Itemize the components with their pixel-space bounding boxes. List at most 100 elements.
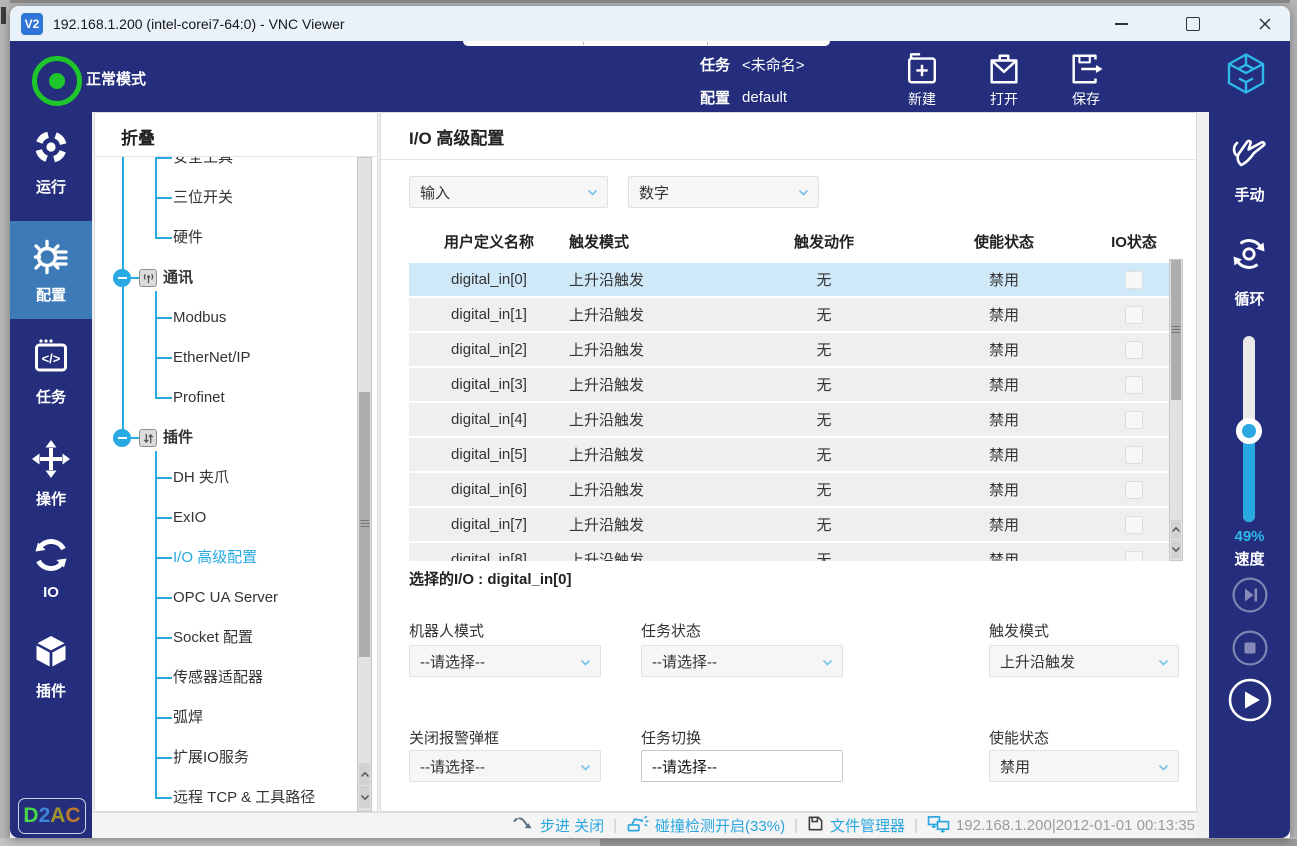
- vnc-toolbar-tab[interactable]: [463, 41, 830, 46]
- form-label: 触发模式: [989, 620, 1049, 640]
- vnc-window: V2 192.168.1.200 (intel-corei7-64:0) - V…: [10, 6, 1290, 838]
- cube-icon: [31, 631, 71, 676]
- sidebar-item-run[interactable]: 运行: [10, 126, 92, 198]
- tree-connector-line: [155, 397, 172, 399]
- collision-status[interactable]: 碰撞检测开启(33%): [626, 814, 785, 837]
- stop-button[interactable]: [1232, 630, 1268, 671]
- sidebar-item-label: 操作: [36, 488, 66, 509]
- close-button[interactable]: [1252, 11, 1278, 37]
- hand-icon: [1228, 159, 1272, 176]
- form-select-关闭报警弹框[interactable]: --请选择--: [409, 750, 601, 782]
- sidebar-item-io[interactable]: IO: [10, 532, 92, 604]
- tree-item-Modbus[interactable]: Modbus: [173, 307, 226, 329]
- sidebar-item-plugin[interactable]: 插件: [10, 630, 92, 702]
- code-window-icon: </>: [31, 337, 71, 382]
- form-select-value: --请选择--: [420, 651, 485, 672]
- tree-item-ExIO[interactable]: ExIO: [173, 507, 206, 529]
- tree-item-I/O 高级配置[interactable]: I/O 高级配置: [173, 547, 257, 569]
- save-icon: [1052, 49, 1120, 87]
- sidebar-item-config[interactable]: 配置: [10, 221, 92, 319]
- status-bar: 步进 关闭 | 碰撞检测开启(33%) | 文件管理器: [92, 812, 1197, 838]
- form-select-使能状态[interactable]: 禁用: [989, 750, 1179, 782]
- tree-item-通讯[interactable]: 通讯: [163, 267, 193, 289]
- config-label: 配置: [700, 87, 730, 108]
- sidebar-item-label: 配置: [36, 284, 66, 305]
- tree-item-传感器适配器[interactable]: 传感器适配器: [173, 667, 263, 689]
- speed-slider-thumb[interactable]: [1236, 418, 1262, 444]
- save-button-label: 保存: [1052, 89, 1120, 109]
- tree-item-EtherNet/IP[interactable]: EtherNet/IP: [173, 347, 251, 369]
- tree-item-DH 夹爪[interactable]: DH 夹爪: [173, 467, 229, 489]
- status-separator: |: [914, 817, 918, 834]
- form-label: 机器人模式: [409, 620, 484, 640]
- tree-item-Socket 配置[interactable]: Socket 配置: [173, 627, 253, 649]
- maximize-icon: [1186, 17, 1200, 31]
- form-select-value: --请选择--: [652, 651, 717, 672]
- tree-collapse-toggle[interactable]: [113, 269, 131, 287]
- form-label: 使能状态: [989, 727, 1049, 747]
- tree-connector-line: [155, 317, 172, 319]
- tree-item-OPC UA Server[interactable]: OPC UA Server: [173, 587, 278, 609]
- tree-item-安全工具[interactable]: 安全工具: [173, 157, 233, 169]
- collision-robot-icon: [626, 814, 649, 837]
- tree-item-硬件[interactable]: 硬件: [173, 227, 203, 249]
- form-select-任务状态[interactable]: --请选择--: [641, 645, 843, 677]
- skip-button[interactable]: [1232, 577, 1268, 618]
- tree-scroll-up-button[interactable]: [359, 763, 370, 785]
- maximize-button[interactable]: [1180, 11, 1206, 37]
- minus-icon: [118, 277, 127, 279]
- play-button[interactable]: [1228, 678, 1272, 727]
- tree-scrollbar-thumb[interactable]: [359, 392, 370, 657]
- new-button[interactable]: 新建: [888, 49, 956, 109]
- cycle-mode-button[interactable]: [1229, 234, 1269, 279]
- file-manager-button[interactable]: 文件管理器: [807, 815, 905, 836]
- right-sidebar: 手动 循环 49% 速度: [1209, 112, 1290, 838]
- tree-connector-line: [155, 477, 172, 479]
- form-select-机器人模式[interactable]: --请选择--: [409, 645, 601, 677]
- tree-collapse-button[interactable]: 折叠: [121, 124, 155, 149]
- left-sidebar: D2AC 运行配置</>任务操作IO插件: [10, 112, 92, 838]
- tree-item-三位开关[interactable]: 三位开关: [173, 187, 233, 209]
- tree-collapse-toggle[interactable]: [113, 429, 131, 447]
- mode-dot-icon: [49, 73, 65, 89]
- open-button[interactable]: 打开: [970, 49, 1038, 109]
- chevron-down-icon: [1158, 653, 1169, 670]
- tree-item-弧焊[interactable]: 弧焊: [173, 707, 203, 729]
- play-icon: [1228, 678, 1272, 722]
- save-button[interactable]: 保存: [1052, 49, 1120, 109]
- step-status[interactable]: 步进 关闭: [512, 815, 604, 837]
- tree-connector-line: [155, 757, 172, 759]
- tree-item-插件[interactable]: 插件: [163, 427, 193, 449]
- file-manager-text: 文件管理器: [830, 815, 905, 836]
- speed-label: 速度: [1209, 548, 1290, 569]
- mode-label: 正常模式: [86, 68, 146, 89]
- minimize-button[interactable]: [1108, 11, 1134, 37]
- form-select-value: 上升沿触发: [1000, 651, 1075, 672]
- tree-connector-line: [155, 637, 172, 639]
- chevron-down-icon: [1158, 758, 1169, 775]
- tree-connector-line: [131, 437, 139, 439]
- tree-connector-line: [155, 717, 172, 719]
- floppy-icon: [807, 815, 824, 836]
- run-icon: [31, 127, 71, 172]
- new-file-icon: [888, 49, 956, 87]
- form-select-任务切换[interactable]: --请选择--: [641, 750, 843, 782]
- tree-item-Profinet[interactable]: Profinet: [173, 387, 225, 409]
- new-button-label: 新建: [888, 89, 956, 109]
- sidebar-item-label: 任务: [36, 386, 66, 407]
- sidebar-item-label: 运行: [36, 176, 66, 197]
- tree-item-扩展IO服务[interactable]: 扩展IO服务: [173, 747, 249, 769]
- manual-mode-button[interactable]: [1228, 132, 1272, 177]
- tree-connector-line: [155, 237, 172, 239]
- sidebar-item-task[interactable]: </> 任务: [10, 336, 92, 408]
- network-monitors-icon: [927, 815, 950, 837]
- close-icon: [1258, 17, 1272, 31]
- form-select-触发模式[interactable]: 上升沿触发: [989, 645, 1179, 677]
- sidebar-item-operate[interactable]: 操作: [10, 438, 92, 510]
- tree-scrollbar[interactable]: [357, 157, 372, 812]
- tree-connector-line: [155, 197, 172, 199]
- chevron-up-icon: [360, 771, 370, 778]
- desktop-right-strip: [1290, 0, 1297, 846]
- tree-item-远程 TCP & 工具路径[interactable]: 远程 TCP & 工具路径: [173, 787, 315, 809]
- tree-scroll-down-button[interactable]: [359, 786, 370, 808]
